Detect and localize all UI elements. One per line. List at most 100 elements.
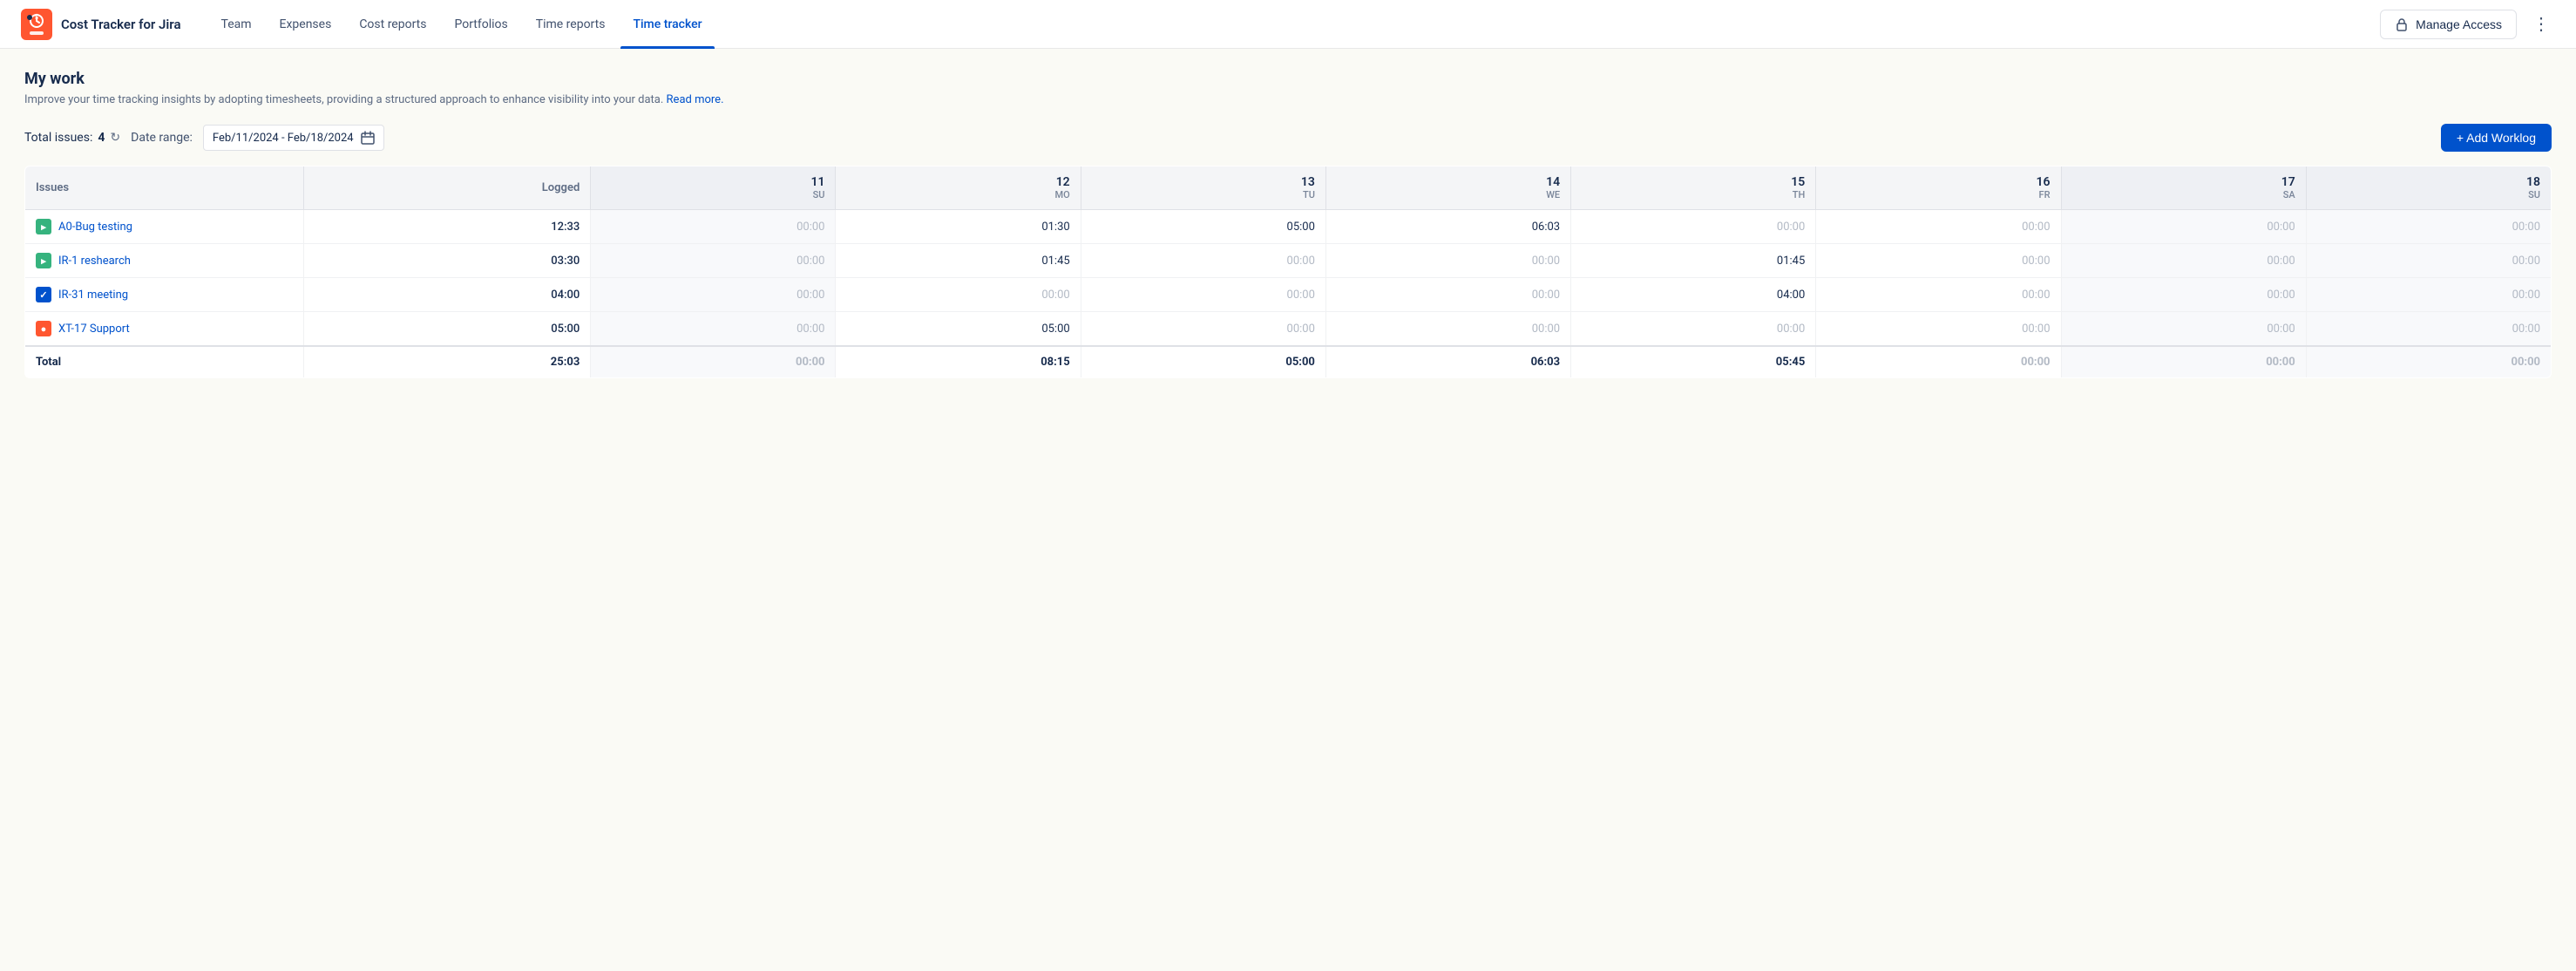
time-cell[interactable]: 00:00 [1081, 244, 1325, 278]
total-cell: 05:00 [1081, 346, 1325, 378]
col-day-13: 13TU [1081, 166, 1325, 210]
time-cell[interactable]: 00:00 [1325, 278, 1570, 312]
nav-portfolios[interactable]: Portfolios [442, 0, 519, 49]
time-cell[interactable]: 00:00 [591, 210, 836, 244]
time-cell[interactable]: 00:00 [2306, 312, 2551, 347]
col-day-16: 16FR [1816, 166, 2061, 210]
col-day-15: 15TH [1571, 166, 1816, 210]
time-cell[interactable]: 00:00 [1325, 244, 1570, 278]
total-cell: 00:00 [1816, 346, 2061, 378]
header: $ Cost Tracker for Jira Team Expenses Co… [0, 0, 2576, 49]
issue-link[interactable]: ●XT-17 Support [36, 321, 293, 336]
task-icon: ✓ [36, 287, 51, 302]
refresh-icon[interactable]: ↻ [110, 131, 120, 145]
col-logged: Logged [304, 166, 591, 210]
time-cell[interactable]: 00:00 [2061, 210, 2306, 244]
col-day-17: 17SA [2061, 166, 2306, 210]
table-row: ●XT-17 Support05:0000:0005:0000:0000:000… [25, 312, 2552, 347]
total-issues-count: 4 [98, 131, 105, 145]
logo-icon: $ [21, 9, 52, 40]
time-cell[interactable]: 00:00 [591, 244, 836, 278]
time-cell[interactable]: 04:00 [1571, 278, 1816, 312]
time-cell[interactable]: 00:00 [1816, 312, 2061, 347]
col-day-12: 12MO [836, 166, 1081, 210]
total-cell: 00:00 [2061, 346, 2306, 378]
read-more-link[interactable]: Read more. [667, 93, 724, 106]
total-issues: Total issues: 4 ↻ [24, 131, 120, 145]
total-cell: 00:00 [2306, 346, 2551, 378]
svg-text:$: $ [35, 14, 38, 21]
manage-access-label: Manage Access [2416, 17, 2502, 31]
time-cell[interactable]: 00:00 [1816, 244, 2061, 278]
issue-link[interactable]: ▸A0-Bug testing [36, 219, 293, 234]
logged-value: 12:33 [304, 210, 591, 244]
col-day-14: 14WE [1325, 166, 1570, 210]
time-cell[interactable]: 00:00 [591, 312, 836, 347]
calendar-icon [361, 131, 375, 145]
total-label: Total [25, 346, 304, 378]
time-cell[interactable]: 00:00 [836, 278, 1081, 312]
time-cell[interactable]: 01:45 [836, 244, 1081, 278]
time-cell[interactable]: 00:00 [2061, 278, 2306, 312]
bug-icon: ● [36, 321, 51, 336]
table-header-row: Issues Logged 11SU 12MO 13TU 14WE 15TH [25, 166, 2552, 210]
date-range-value: Feb/11/2024 - Feb/18/2024 [213, 132, 354, 145]
time-cell[interactable]: 00:00 [2061, 244, 2306, 278]
add-worklog-button[interactable]: + Add Worklog [2441, 124, 2552, 152]
toolbar-left: Total issues: 4 ↻ Date range: Feb/11/202… [24, 125, 384, 151]
story-icon: ▸ [36, 253, 51, 268]
time-cell[interactable]: 00:00 [1325, 312, 1570, 347]
timesheet-table: Issues Logged 11SU 12MO 13TU 14WE 15TH [24, 166, 2552, 378]
time-cell[interactable]: 00:00 [1816, 210, 2061, 244]
more-options-button[interactable]: ⋮ [2527, 10, 2555, 38]
logged-value: 04:00 [304, 278, 591, 312]
total-cell: 08:15 [836, 346, 1081, 378]
issue-link[interactable]: ▸IR-1 reshearch [36, 253, 293, 268]
time-cell[interactable]: 00:00 [1571, 210, 1816, 244]
total-row: Total25:0300:0008:1505:0006:0305:4500:00… [25, 346, 2552, 378]
col-day-18: 18SU [2306, 166, 2551, 210]
header-right: Manage Access ⋮ [2380, 10, 2555, 39]
time-cell[interactable]: 00:00 [1571, 312, 1816, 347]
logo-area[interactable]: $ Cost Tracker for Jira [21, 9, 181, 40]
page-title: My work [24, 70, 2552, 88]
time-cell[interactable]: 00:00 [2306, 210, 2551, 244]
story-icon: ▸ [36, 219, 51, 234]
nav-cost-reports[interactable]: Cost reports [347, 0, 438, 49]
time-cell[interactable]: 00:00 [2306, 244, 2551, 278]
logged-value: 05:00 [304, 312, 591, 347]
table-row: ✓IR-31 meeting04:0000:0000:0000:0000:000… [25, 278, 2552, 312]
main-content: My work Improve your time tracking insig… [0, 49, 2576, 399]
date-range-label: Date range: [131, 131, 193, 145]
table-row: ▸IR-1 reshearch03:3000:0001:4500:0000:00… [25, 244, 2552, 278]
time-cell[interactable]: 01:45 [1571, 244, 1816, 278]
nav-time-tracker[interactable]: Time tracker [620, 0, 714, 49]
time-cell[interactable]: 00:00 [2061, 312, 2306, 347]
nav-time-reports[interactable]: Time reports [524, 0, 618, 49]
nav-team[interactable]: Team [209, 0, 264, 49]
time-cell[interactable]: 00:00 [591, 278, 836, 312]
time-cell[interactable]: 00:00 [1081, 312, 1325, 347]
time-cell[interactable]: 06:03 [1325, 210, 1570, 244]
issue-link[interactable]: ✓IR-31 meeting [36, 287, 293, 302]
main-nav: Team Expenses Cost reports Portfolios Ti… [209, 0, 2381, 49]
table-row: ▸A0-Bug testing12:3300:0001:3005:0006:03… [25, 210, 2552, 244]
time-cell[interactable]: 05:00 [1081, 210, 1325, 244]
col-day-11: 11SU [591, 166, 836, 210]
lock-icon [2395, 17, 2409, 31]
time-cell[interactable]: 05:00 [836, 312, 1081, 347]
date-range-picker[interactable]: Feb/11/2024 - Feb/18/2024 [203, 125, 384, 151]
manage-access-button[interactable]: Manage Access [2380, 10, 2517, 39]
toolbar: Total issues: 4 ↻ Date range: Feb/11/202… [24, 124, 2552, 152]
time-cell[interactable]: 00:00 [1081, 278, 1325, 312]
total-cell: 06:03 [1325, 346, 1570, 378]
page-description: Improve your time tracking insights by a… [24, 93, 2552, 106]
col-issues: Issues [25, 166, 304, 210]
logged-value: 03:30 [304, 244, 591, 278]
time-cell[interactable]: 00:00 [2306, 278, 2551, 312]
nav-expenses[interactable]: Expenses [268, 0, 344, 49]
app-title: Cost Tracker for Jira [61, 17, 181, 32]
time-cell[interactable]: 00:00 [1816, 278, 2061, 312]
time-cell[interactable]: 01:30 [836, 210, 1081, 244]
total-cell: 05:45 [1571, 346, 1816, 378]
